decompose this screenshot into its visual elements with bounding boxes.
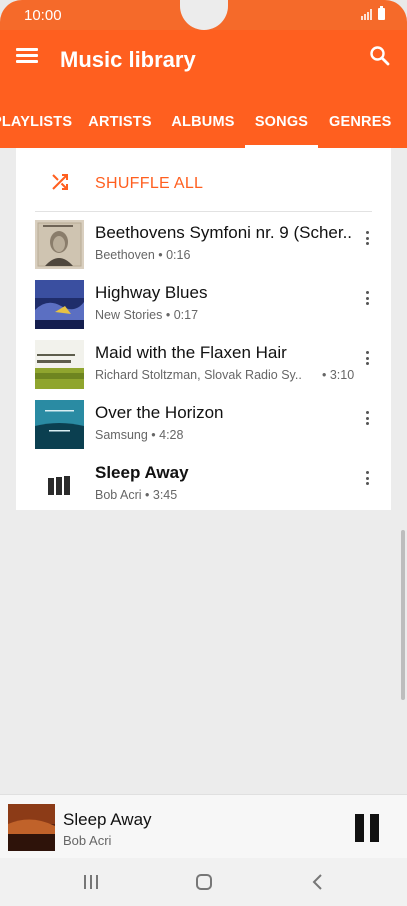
song-title: Beethovens Symfoni nr. 9 (Scher.. — [95, 223, 353, 242]
player-artist: Bob Acri — [63, 833, 112, 848]
song-subtitle: Beethoven • 0:16 — [95, 248, 191, 262]
battery-icon — [378, 6, 385, 20]
song-title: Over the Horizon — [95, 403, 224, 422]
song-subtitle: Bob Acri • 3:45 — [95, 488, 178, 502]
highway-blues-album-art — [35, 280, 84, 329]
tab-playlists[interactable]: PLAYLISTS — [0, 114, 72, 148]
status-icons — [361, 6, 385, 20]
scrollbar[interactable] — [401, 530, 405, 700]
list-item[interactable]: Maid with the Flaxen Hair Richard Stoltz… — [16, 333, 391, 393]
song-title: Sleep Away — [95, 463, 189, 482]
shuffle-all-button[interactable]: SHUFFLE ALL — [16, 148, 391, 212]
song-title: Maid with the Flaxen Hair — [95, 343, 287, 362]
back-icon[interactable] — [307, 872, 329, 892]
mini-player[interactable]: Sleep Away Bob Acri — [0, 794, 407, 858]
more-options-icon[interactable] — [362, 471, 372, 493]
now-playing-bars-icon — [35, 460, 84, 509]
app-bar: Music library PLAYLISTS ARTISTS ALBUMS S… — [0, 30, 407, 148]
list-item-now-playing[interactable]: Sleep Away Bob Acri • 3:45 — [16, 453, 391, 513]
system-nav-bar — [0, 858, 407, 906]
signal-icon — [361, 9, 372, 20]
list-item[interactable]: Highway Blues New Stories • 0:17 — [16, 273, 391, 333]
menu-icon[interactable] — [16, 46, 38, 64]
song-list-area[interactable]: SHUFFLE ALL Beethovens Symfoni nr. 9 (Sc… — [0, 148, 407, 794]
song-duration: • 3:10 — [322, 368, 355, 382]
song-subtitle: Richard Stoltzman, Slovak Radio Sy.. — [95, 368, 302, 382]
status-time: 10:00 — [24, 7, 62, 24]
over-the-horizon-album-art — [35, 400, 84, 449]
more-options-icon[interactable] — [362, 291, 372, 313]
player-title: Sleep Away — [63, 810, 152, 829]
song-title: Highway Blues — [95, 283, 208, 302]
page-title: Music library — [60, 47, 196, 72]
list-item[interactable]: Over the Horizon Samsung • 4:28 — [16, 393, 391, 453]
more-options-icon[interactable] — [362, 351, 372, 373]
list-item[interactable]: Beethovens Symfoni nr. 9 (Scher.. Beetho… — [16, 213, 391, 273]
phone-screen: 10:00 Music library PLAYLISTS ARTISTS AL… — [0, 0, 407, 906]
home-icon[interactable] — [193, 872, 215, 892]
pause-icon[interactable] — [355, 814, 381, 842]
song-subtitle: Samsung • 4:28 — [95, 428, 184, 442]
search-icon[interactable] — [369, 45, 391, 67]
shuffle-icon — [52, 174, 68, 190]
more-options-icon[interactable] — [362, 231, 372, 253]
recent-apps-icon[interactable] — [80, 872, 102, 892]
song-subtitle: New Stories • 0:17 — [95, 308, 199, 322]
richard-stoltzman-album-art — [35, 340, 84, 389]
tab-songs[interactable]: SONGS — [245, 114, 318, 148]
divider — [35, 211, 372, 212]
tab-genres[interactable]: GENRES — [329, 114, 391, 148]
tab-albums[interactable]: ALBUMS — [170, 114, 236, 148]
shuffle-all-label: SHUFFLE ALL — [95, 175, 204, 192]
song-list: SHUFFLE ALL Beethovens Symfoni nr. 9 (Sc… — [16, 148, 391, 510]
tab-bar: PLAYLISTS ARTISTS ALBUMS SONGS GENRES — [0, 110, 407, 148]
more-options-icon[interactable] — [362, 411, 372, 433]
tab-artists[interactable]: ARTISTS — [88, 114, 152, 148]
beethoven-album-art — [35, 220, 84, 269]
sleep-away-album-art — [8, 804, 55, 851]
